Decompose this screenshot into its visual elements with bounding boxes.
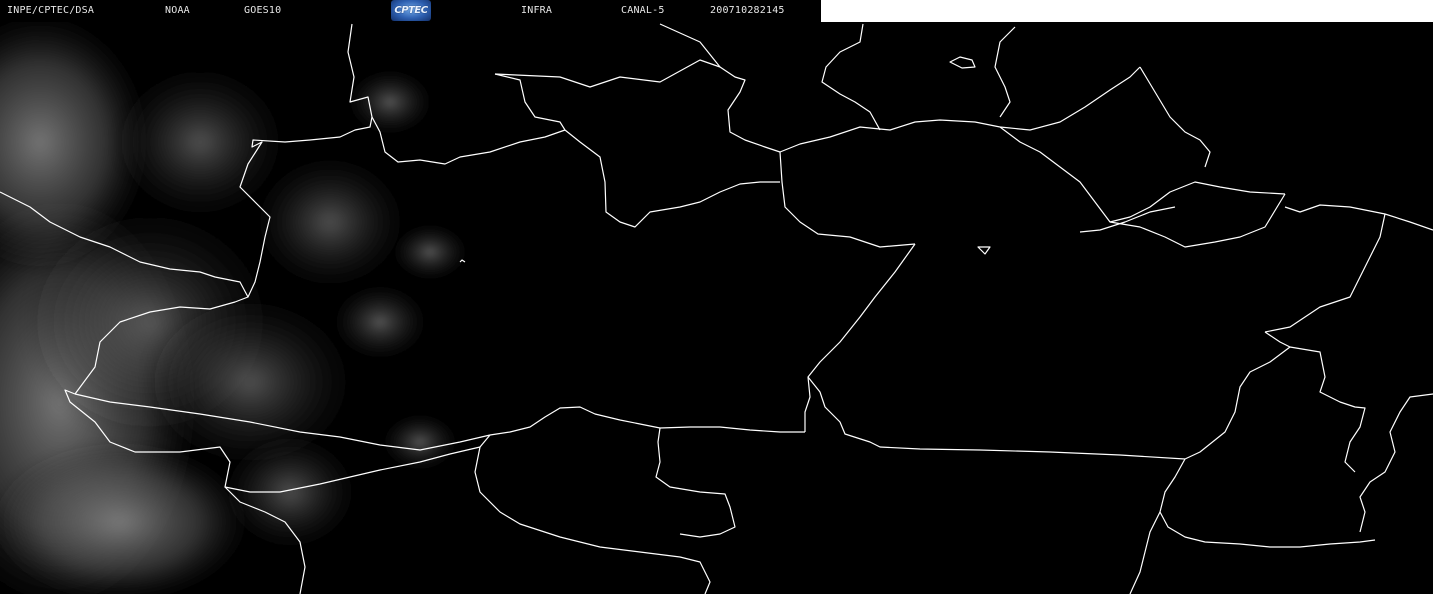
border-bahia [1359,393,1433,533]
border-lake-small [977,246,991,255]
border-venezuela-brazil [564,129,780,228]
border-rondonia-bolivia [474,434,711,594]
cptec-logo: CPTEC [391,0,431,21]
institution-label: INPE/CPTEC/DSA [7,5,95,16]
border-tocantins-east [1289,346,1366,473]
border-para-tocantins [1184,331,1291,460]
border-para-north [999,126,1286,223]
border-amazonas-para [804,243,916,432]
border-guyana [659,23,721,68]
border-guiana-north [821,23,881,131]
border-para-mato-grosso [807,376,1186,460]
satellite-label: GOES10 [244,5,282,16]
satellite-map [0,22,1433,594]
border-amapa [999,66,1141,131]
border-mato-grosso-south [1129,511,1161,594]
border-north-coast [1284,204,1433,231]
border-rondonia [655,427,736,538]
border-para-east [1079,206,1176,233]
border-guyana-suriname [779,119,1001,153]
cloud-cover [0,22,470,594]
border-amapa-coast [1139,66,1211,168]
border-suriname [994,26,1016,118]
agency-label: NOAA [165,5,190,16]
header-blank-area [821,0,1433,22]
border-marajo [1109,193,1286,248]
timestamp-label: 200710282145 [710,5,785,16]
channel-type-label: INFRA [521,5,553,16]
border-rondonia-north [489,406,805,436]
logo-text: CPTEC [394,5,428,16]
border-para-maranhao [1264,213,1386,333]
border-roraima-south [779,151,916,248]
border-venezuela-west [494,73,566,131]
channel-label: CANAL-5 [621,5,665,16]
image-header: INPE/CPTEC/DSA NOAA GOES10 CPTEC INFRA C… [0,0,821,22]
border-goias [1159,458,1376,548]
border-guiana-lake [949,56,976,69]
